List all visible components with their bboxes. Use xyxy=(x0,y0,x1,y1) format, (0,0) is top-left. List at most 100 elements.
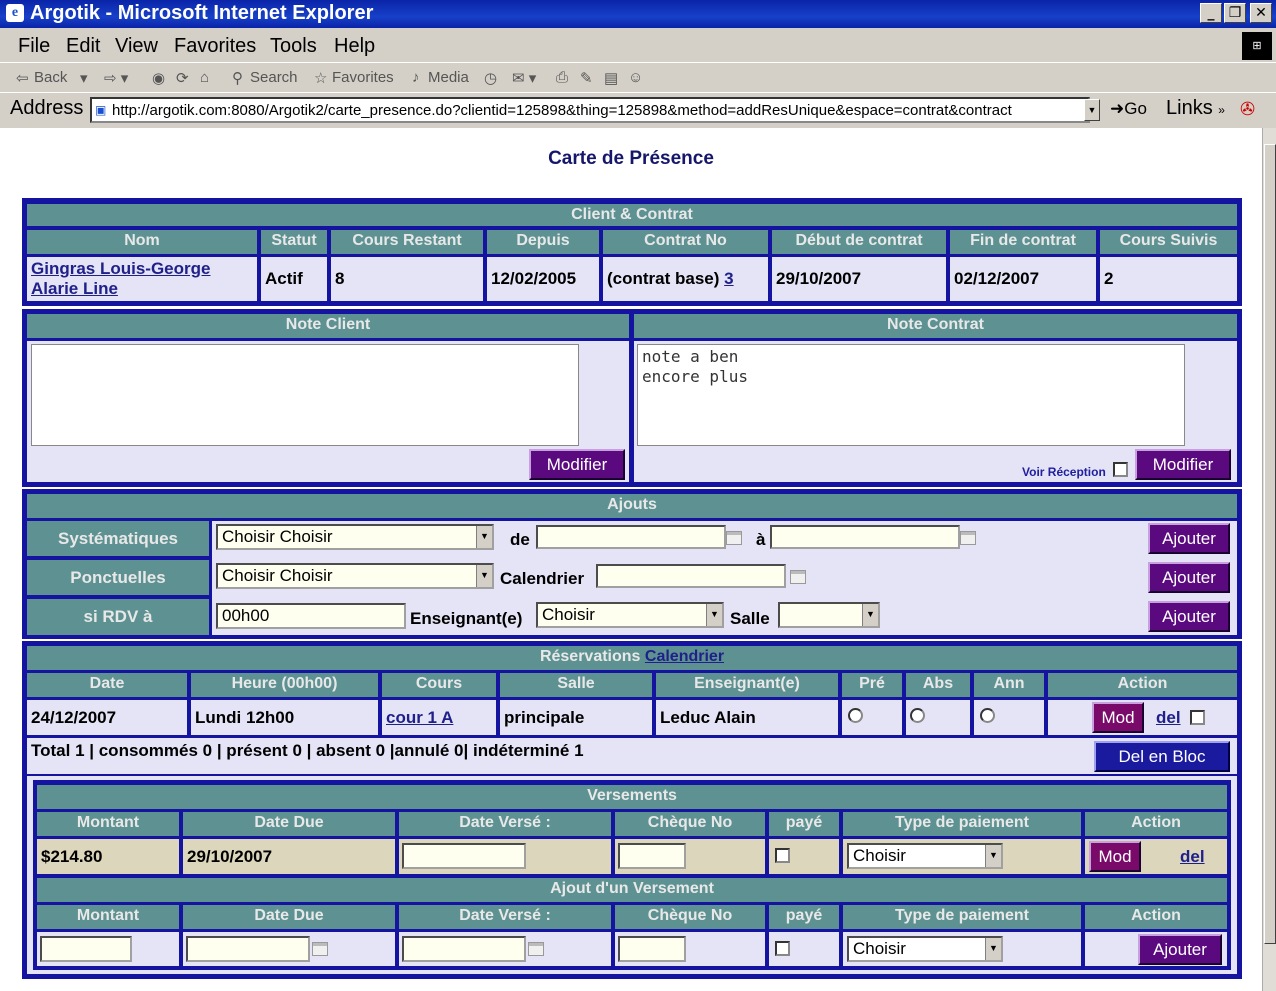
col-enseignant: Enseignant(e) xyxy=(656,673,838,697)
av-type-select[interactable]: Choisir ▼ xyxy=(847,936,1003,962)
messenger-icon[interactable]: ☺ xyxy=(628,69,643,86)
v-paye-checkbox[interactable] xyxy=(775,848,790,863)
col-statut: Statut xyxy=(261,230,327,254)
av-date-due-input[interactable] xyxy=(186,936,310,962)
calendrier-link[interactable]: Calendrier xyxy=(645,648,724,665)
back-dropdown-icon[interactable]: ▾ xyxy=(80,69,88,87)
ponctuelles-select[interactable]: Choisir Choisir ▼ xyxy=(216,563,494,589)
av-montant-input[interactable] xyxy=(40,936,132,962)
total-text: Total 1 | consommés 0 | présent 0 | abse… xyxy=(31,741,584,760)
favorites-button[interactable]: Favorites xyxy=(332,69,394,86)
mail-icon[interactable]: ✉ ▾ xyxy=(512,69,536,87)
enseignant-select[interactable]: Choisir ▼ xyxy=(536,602,724,628)
calendrier-date-input[interactable] xyxy=(596,564,786,588)
home-icon[interactable]: ⌂ xyxy=(200,69,209,86)
menu-file[interactable]: File xyxy=(18,35,50,58)
de-date-input[interactable] xyxy=(536,525,726,549)
av-date-verse-input[interactable] xyxy=(402,936,526,962)
calendar-icon[interactable] xyxy=(960,531,976,545)
note-contrat-header: Note Contrat xyxy=(634,314,1237,338)
menu-tools[interactable]: Tools xyxy=(270,35,317,58)
salle-select[interactable]: ▼ xyxy=(778,602,880,628)
av-cheque-input[interactable] xyxy=(618,936,686,962)
menu-edit[interactable]: Edit xyxy=(66,35,100,58)
page-icon: ▣ xyxy=(95,103,107,117)
contrat-no-link[interactable]: 3 xyxy=(724,269,733,288)
client-link-2[interactable]: Alarie Line xyxy=(31,279,253,299)
systematiques-select[interactable]: Choisir Choisir ▼ xyxy=(216,524,494,550)
scrollbar-thumb[interactable] xyxy=(1264,144,1276,944)
calendar-icon[interactable] xyxy=(312,942,328,956)
back-icon[interactable]: ⇦ xyxy=(16,69,29,87)
col-fin-contrat: Fin de contrat xyxy=(950,230,1096,254)
ajouter-ponctuelles-button[interactable]: Ajouter xyxy=(1148,562,1230,593)
cours-link[interactable]: cour 1 A xyxy=(386,708,453,727)
toolbar-extra-icon[interactable]: ✇ xyxy=(1240,99,1255,120)
history-icon[interactable]: ◷ xyxy=(484,69,497,87)
voir-reception-checkbox[interactable] xyxy=(1113,462,1128,477)
v-date-verse-input[interactable] xyxy=(402,843,526,869)
ajouter-versement-button[interactable]: Ajouter xyxy=(1138,934,1222,965)
search-button[interactable]: Search xyxy=(250,69,298,86)
links-button[interactable]: Links » xyxy=(1166,97,1225,120)
edit-icon[interactable]: ✎ xyxy=(580,69,593,87)
col-contrat-no: Contrat No xyxy=(603,230,768,254)
del-versement-link[interactable]: del xyxy=(1180,847,1205,867)
print-icon[interactable]: ⎙ xyxy=(556,69,568,86)
abs-radio[interactable] xyxy=(910,708,925,723)
media-button[interactable]: Media xyxy=(428,69,469,86)
col-cours-restant: Cours Restant xyxy=(331,230,483,254)
calendar-icon[interactable] xyxy=(790,570,806,584)
del-en-bloc-button[interactable]: Del en Bloc xyxy=(1094,741,1230,772)
maximize-icon[interactable]: ❐ xyxy=(1224,3,1246,23)
address-dropdown-icon[interactable]: ▼ xyxy=(1084,99,1100,121)
back-button[interactable]: Back xyxy=(34,69,67,86)
a-date-input[interactable] xyxy=(770,525,960,549)
v-type-select[interactable]: Choisir ▼ xyxy=(847,843,1003,869)
stop-icon[interactable]: ◉ xyxy=(152,69,165,87)
note-client-header: Note Client xyxy=(27,314,629,338)
rdv-heure-input[interactable]: 00h00 xyxy=(216,603,406,629)
menu-favorites[interactable]: Favorites xyxy=(174,35,256,58)
v-cheque-input[interactable] xyxy=(618,843,686,869)
del-reservation-link[interactable]: del xyxy=(1156,708,1181,728)
reservations-title: Réservations xyxy=(539,648,641,665)
search-icon[interactable]: ⚲ xyxy=(232,69,243,87)
address-input[interactable]: ▣ http://argotik.com:8080/Argotik2/carte… xyxy=(90,97,1090,123)
note-client-textarea[interactable] xyxy=(31,344,579,446)
modifier-contrat-button[interactable]: Modifier xyxy=(1135,449,1231,480)
col-abs: Abs xyxy=(906,673,970,697)
ajouter-systematiques-button[interactable]: Ajouter xyxy=(1148,523,1230,554)
av-paye-checkbox[interactable] xyxy=(775,941,790,956)
pre-radio[interactable] xyxy=(848,708,863,723)
forward-icon[interactable]: ⇨ ▾ xyxy=(104,69,128,87)
toolbar: ⇦ Back ▾ ⇨ ▾ ◉ ⟳ ⌂ ⚲ Search ☆ Favorites … xyxy=(0,62,1276,92)
favorites-icon[interactable]: ☆ xyxy=(314,69,327,87)
refresh-icon[interactable]: ⟳ xyxy=(176,69,189,87)
del-reservation-checkbox[interactable] xyxy=(1190,710,1205,725)
note-contrat-textarea[interactable]: note a ben encore plus xyxy=(637,344,1185,446)
discuss-icon[interactable]: ▤ xyxy=(604,69,618,87)
col-heure: Heure (00h00) xyxy=(191,673,378,697)
media-icon[interactable]: ♪ xyxy=(412,69,420,86)
calendar-icon[interactable] xyxy=(726,531,742,545)
systematiques-value: Choisir Choisir xyxy=(222,527,333,546)
close-icon[interactable]: ✕ xyxy=(1250,3,1272,23)
menu-help[interactable]: Help xyxy=(334,35,375,58)
client-link-1[interactable]: Gingras Louis-George xyxy=(31,259,253,279)
mod-reservation-button[interactable]: Mod xyxy=(1092,702,1144,733)
minimize-icon[interactable]: _ xyxy=(1200,3,1222,23)
ann-radio[interactable] xyxy=(980,708,995,723)
vertical-scrollbar[interactable] xyxy=(1262,128,1276,991)
chevron-down-icon: ▼ xyxy=(985,845,1001,867)
go-button[interactable]: ➜Go xyxy=(1110,99,1147,119)
vcol-cheque-no: Chèque No xyxy=(615,812,765,836)
ajouter-rdv-button[interactable]: Ajouter xyxy=(1148,601,1230,632)
col-pre: Pré xyxy=(842,673,902,697)
go-label: Go xyxy=(1124,99,1147,118)
calendar-icon[interactable] xyxy=(528,942,544,956)
mod-versement-button[interactable]: Mod xyxy=(1089,841,1141,872)
modifier-client-button[interactable]: Modifier xyxy=(529,449,625,480)
vcol-action: Action xyxy=(1085,812,1227,836)
menu-view[interactable]: View xyxy=(115,35,158,58)
